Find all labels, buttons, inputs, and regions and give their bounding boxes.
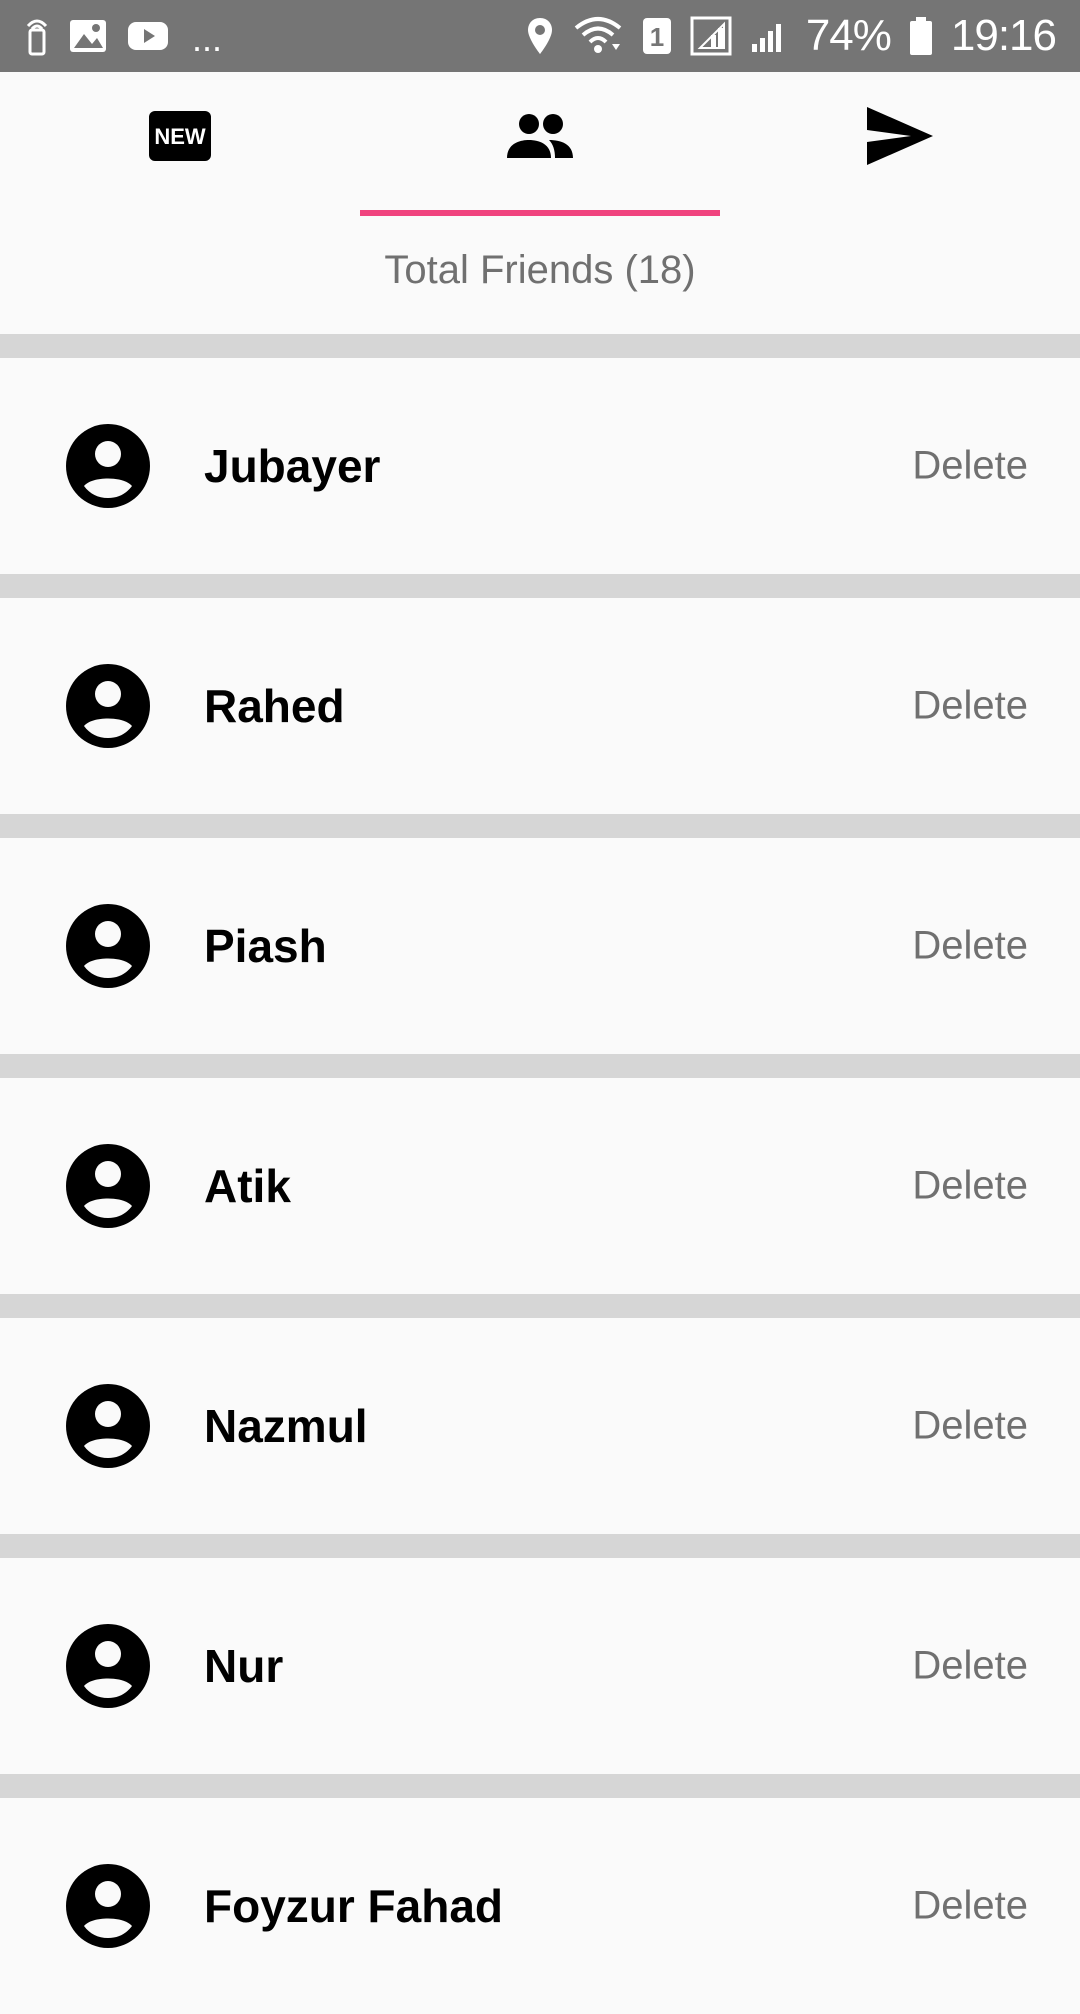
list-item[interactable]: Foyzur Fahad Delete (0, 1798, 1080, 2014)
new-badge-label: NEW (154, 124, 206, 149)
friend-name: Piash (204, 920, 327, 972)
delete-button[interactable]: Delete (912, 1884, 1028, 1929)
youtube-icon (126, 20, 170, 52)
sim-icon: 1 (642, 17, 672, 55)
total-friends-header: Total Friends (18) (0, 216, 1080, 334)
divider (0, 814, 1080, 838)
signal-icon (690, 16, 732, 56)
delete-button[interactable]: Delete (912, 1164, 1028, 1209)
account-circle-icon (66, 904, 150, 988)
divider (0, 1774, 1080, 1798)
friend-name: Jubayer (204, 440, 381, 492)
clock: 19:16 (950, 11, 1057, 60)
list-item[interactable]: Rahed Delete (0, 598, 1080, 814)
account-circle-icon (66, 1384, 150, 1468)
divider (0, 1054, 1080, 1078)
account-circle-icon (66, 424, 150, 508)
list-item[interactable]: Piash Delete (0, 838, 1080, 1054)
account-circle-icon (66, 664, 150, 748)
new-badge-icon: NEW (149, 110, 211, 166)
delete-button[interactable]: Delete (912, 684, 1028, 729)
battery-percent: 74% (805, 11, 892, 60)
account-circle-icon (66, 1864, 150, 1948)
tab-friends[interactable] (360, 72, 720, 216)
total-friends-count: Total Friends (18) (384, 247, 696, 292)
antenna-icon (24, 16, 50, 56)
list-item[interactable]: Nazmul Delete (0, 1318, 1080, 1534)
friend-list: Jubayer Delete Rahed Delete Piash Delete… (0, 334, 1080, 2014)
divider (0, 1294, 1080, 1318)
delete-button[interactable]: Delete (912, 444, 1028, 489)
list-item[interactable]: Atik Delete (0, 1078, 1080, 1294)
friend-name: Nazmul (204, 1400, 368, 1452)
tab-bar: NEW (0, 72, 1080, 216)
account-circle-icon (66, 1144, 150, 1228)
divider (0, 1534, 1080, 1558)
send-icon (867, 106, 933, 170)
divider (0, 334, 1080, 358)
image-icon (68, 18, 108, 54)
list-item[interactable]: Nur Delete (0, 1558, 1080, 1774)
delete-button[interactable]: Delete (912, 1644, 1028, 1689)
list-item[interactable]: Jubayer Delete (0, 358, 1080, 574)
wifi-icon (572, 16, 624, 56)
people-icon (505, 112, 575, 165)
friend-name: Atik (204, 1160, 291, 1212)
status-bar: ... 1 74% 19:16 (0, 0, 1080, 72)
friend-name: Rahed (204, 680, 345, 732)
delete-button[interactable]: Delete (912, 924, 1028, 969)
sim-badge: 1 (650, 22, 664, 52)
friend-name: Nur (204, 1640, 284, 1692)
battery-icon (909, 16, 933, 56)
friend-name: Foyzur Fahad (204, 1880, 504, 1932)
divider (0, 574, 1080, 598)
location-icon (526, 16, 554, 56)
tab-sent[interactable] (720, 72, 1080, 216)
tab-new[interactable]: NEW (0, 72, 360, 216)
account-circle-icon (66, 1624, 150, 1708)
delete-button[interactable]: Delete (912, 1404, 1028, 1449)
signal-icon-2 (750, 18, 788, 54)
more-notifications: ... (192, 18, 223, 59)
